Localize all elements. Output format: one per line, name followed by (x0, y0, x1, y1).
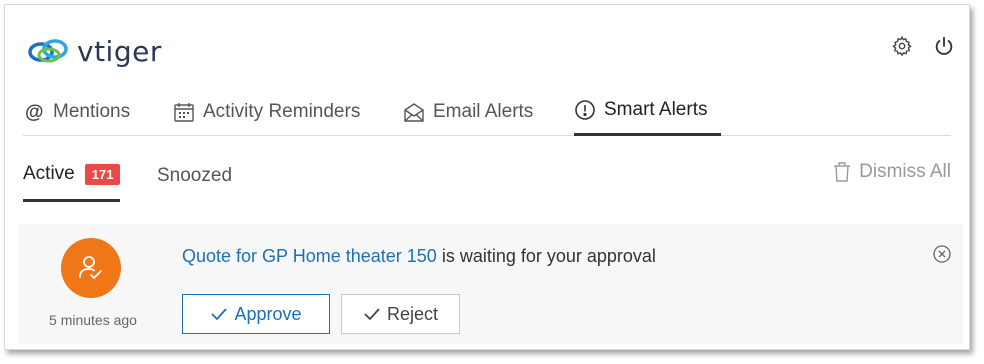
tab-email-alerts-label: Email Alerts (433, 100, 534, 122)
exclamation-circle-icon (575, 100, 595, 120)
tab-activity-reminders-label: Activity Reminders (203, 100, 361, 122)
alert-message: Quote for GP Home theater 150 is waiting… (182, 246, 656, 267)
quote-link[interactable]: Quote for GP Home theater 150 (182, 246, 437, 266)
subtab-active-label: Active (23, 163, 75, 184)
vtiger-logo: vtiger (27, 31, 162, 71)
svg-text:@: @ (25, 102, 44, 122)
reject-label: Reject (386, 303, 439, 324)
logo-text: vtiger (77, 34, 162, 68)
subtab-snoozed[interactable]: Snoozed (157, 157, 232, 202)
approval-avatar (61, 238, 121, 298)
approve-button[interactable]: Approve (182, 294, 330, 334)
user-check-icon (79, 256, 102, 280)
tab-activity-reminders[interactable]: Activity Reminders (173, 93, 360, 136)
alert-filter-tabs: Active 171 Snoozed Dismiss All (23, 157, 951, 202)
approve-label: Approve (234, 303, 302, 324)
alert-timestamp: 5 minutes ago (49, 312, 137, 328)
active-count-badge: 171 (84, 163, 121, 185)
close-alert-icon[interactable] (933, 245, 951, 263)
alert-message-suffix: is waiting for your approval (436, 246, 656, 266)
check-icon (211, 308, 228, 321)
calendar-icon (174, 102, 194, 122)
subtab-active[interactable]: Active 171 (23, 157, 121, 202)
dismiss-all-button[interactable]: Dismiss All (833, 161, 951, 183)
trash-icon (834, 162, 851, 182)
cloud-logo-icon (28, 39, 68, 63)
envelope-icon (404, 102, 424, 122)
notification-panel: vtiger @ Mentions Activity Reminders Ema… (4, 4, 970, 350)
gear-icon[interactable] (891, 35, 913, 57)
tab-mentions[interactable]: @ Mentions (25, 93, 130, 136)
tab-smart-alerts-label: Smart Alerts (604, 99, 708, 120)
subtab-snoozed-label: Snoozed (157, 164, 233, 186)
tab-email-alerts[interactable]: Email Alerts (403, 93, 533, 136)
header-actions (891, 35, 955, 57)
alert-item: 5 minutes ago Quote for GP Home theater … (19, 224, 963, 344)
tab-mentions-label: Mentions (53, 100, 131, 122)
at-icon: @ (25, 102, 44, 122)
notification-tabs: @ Mentions Activity Reminders Email Aler… (23, 93, 951, 136)
dismiss-all-label: Dismiss All (859, 161, 951, 182)
check-icon (364, 308, 380, 321)
reject-button[interactable]: Reject (341, 294, 460, 334)
power-icon[interactable] (933, 35, 955, 57)
tab-smart-alerts[interactable]: Smart Alerts (574, 93, 722, 136)
